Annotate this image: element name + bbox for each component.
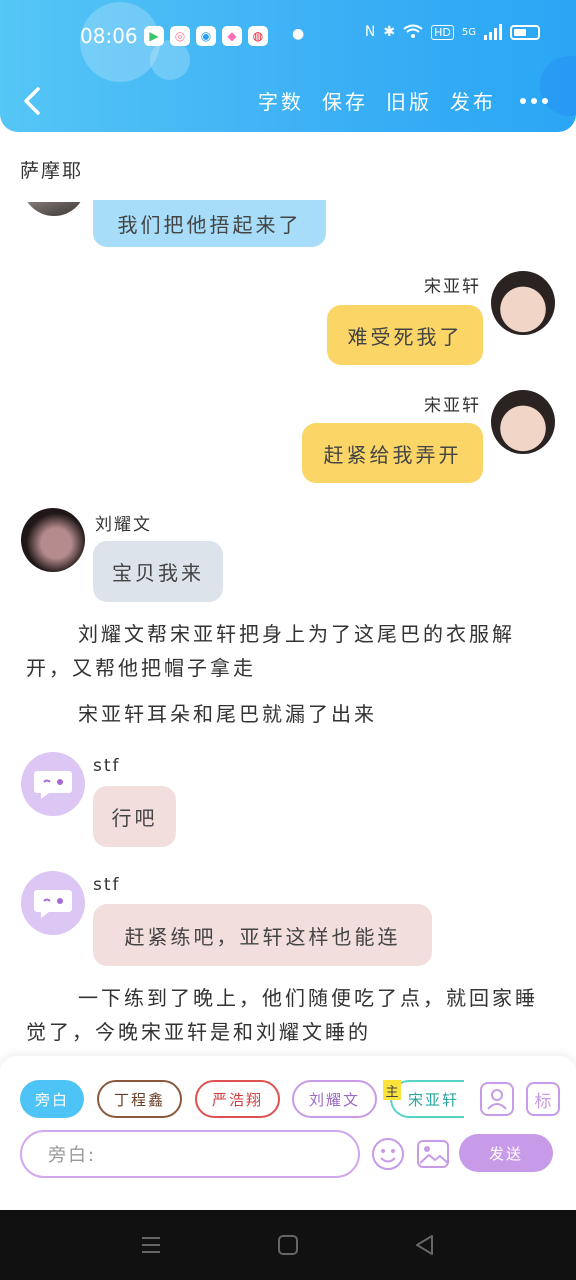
more-options-button[interactable] bbox=[520, 97, 548, 104]
emoji-icon[interactable] bbox=[371, 1137, 405, 1171]
publish-button[interactable]: 发布 bbox=[450, 86, 496, 115]
main-role-tag: 主 bbox=[383, 1080, 401, 1100]
role-chip-narrator[interactable]: 旁白 bbox=[20, 1080, 84, 1118]
back-nav-icon[interactable] bbox=[414, 1234, 436, 1256]
more-notifications-dot: ● bbox=[292, 26, 305, 42]
person-icon bbox=[487, 1089, 507, 1110]
old-version-button[interactable]: 旧版 bbox=[386, 86, 432, 115]
weibo-icon: ◍ bbox=[248, 26, 268, 46]
avatar[interactable] bbox=[491, 390, 555, 454]
speaker-name: 刘耀文 bbox=[95, 515, 152, 535]
avatar[interactable] bbox=[491, 271, 555, 335]
word-count-button[interactable]: 字数 bbox=[258, 86, 304, 115]
message-bubble[interactable]: 行吧 bbox=[93, 786, 176, 847]
network-label: 5G bbox=[461, 26, 476, 38]
role-chip[interactable]: 宋亚轩 bbox=[390, 1080, 464, 1118]
chat-bubble-avatar[interactable] bbox=[21, 871, 85, 935]
chat-bubble-icon bbox=[34, 890, 72, 918]
speaker-name: stf bbox=[93, 875, 121, 895]
back-button[interactable] bbox=[18, 84, 48, 118]
hd-icon: HD bbox=[431, 24, 454, 40]
speaker-name: 宋亚轩 bbox=[424, 277, 481, 297]
message-bubble[interactable]: 我们把他捂起来了 bbox=[93, 200, 326, 247]
narration-text[interactable]: 一下练到了晚上，他们随便吃了点，就回家睡觉了，今晚宋亚轩是和刘耀文睡的 bbox=[26, 981, 546, 1049]
header-bar: 08:06 ▶ ◎ ◉ ◆ ◍ ● N ✱ HD 5G 字数 保存 旧版 发布 bbox=[0, 0, 576, 132]
status-bar: 08:06 ▶ ◎ ◉ ◆ ◍ ● N ✱ HD 5G bbox=[0, 20, 576, 54]
chat-bubble-icon bbox=[34, 771, 72, 799]
narration-text[interactable]: 刘耀文帮宋亚轩把身上为了这尾巴的衣服解开，又帮他把帽子拿走 bbox=[26, 617, 546, 685]
signal-icon bbox=[484, 24, 502, 40]
chat-bubble-avatar[interactable] bbox=[21, 752, 85, 816]
tag-button[interactable]: 标 bbox=[526, 1082, 560, 1116]
toolbar: 字数 保存 旧版 发布 bbox=[258, 86, 548, 115]
message-input[interactable]: 旁白: bbox=[20, 1130, 360, 1178]
image-icon[interactable] bbox=[416, 1137, 450, 1171]
battery-icon bbox=[510, 24, 540, 40]
tag-label: 标 bbox=[534, 1091, 552, 1112]
system-nav-bar bbox=[0, 1210, 576, 1280]
send-button[interactable]: 发送 bbox=[459, 1134, 553, 1172]
video-app-icon: ▶ bbox=[144, 26, 164, 46]
speaker-name: stf bbox=[93, 756, 121, 776]
social-app-icon: ◎ bbox=[170, 26, 190, 46]
notification-icons: ▶ ◎ ◉ ◆ ◍ bbox=[144, 26, 268, 46]
add-role-button[interactable] bbox=[480, 1082, 514, 1116]
home-icon[interactable] bbox=[277, 1234, 299, 1256]
clock: 08:06 bbox=[80, 24, 138, 48]
wifi-icon bbox=[403, 24, 423, 38]
chat-title: 萨摩耶 bbox=[20, 160, 84, 182]
message-bubble[interactable]: 难受死我了 bbox=[327, 305, 483, 365]
role-chip[interactable]: 刘耀文 bbox=[292, 1080, 377, 1118]
message-bubble[interactable]: 宝贝我来 bbox=[93, 541, 223, 602]
role-chip[interactable]: 丁程鑫 bbox=[97, 1080, 182, 1118]
menu-icon[interactable] bbox=[140, 1234, 162, 1256]
avatar[interactable] bbox=[21, 508, 85, 572]
input-placeholder: 旁白: bbox=[48, 1145, 97, 1166]
browser-app-icon: ◉ bbox=[196, 26, 216, 46]
speaker-name: 宋亚轩 bbox=[424, 396, 481, 416]
role-chip[interactable]: 严浩翔 bbox=[195, 1080, 280, 1118]
message-bubble[interactable]: 赶紧练吧，亚轩这样也能连 bbox=[93, 904, 432, 966]
nfc-icon: N bbox=[364, 24, 376, 40]
message-bubble[interactable]: 赶紧给我弄开 bbox=[302, 423, 483, 483]
save-button[interactable]: 保存 bbox=[322, 86, 368, 115]
game-app-icon: ◆ bbox=[222, 26, 242, 46]
narration-text[interactable]: 宋亚轩耳朵和尾巴就漏了出来 bbox=[26, 697, 546, 731]
bluetooth-icon: ✱ bbox=[383, 24, 396, 40]
system-icons: N ✱ HD 5G bbox=[365, 24, 540, 40]
